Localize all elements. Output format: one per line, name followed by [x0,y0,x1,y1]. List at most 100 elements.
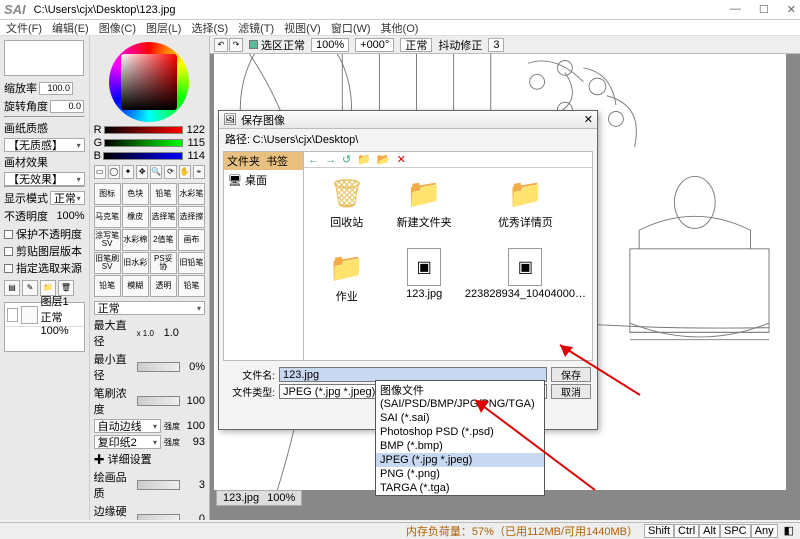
quality-slider[interactable] [137,480,180,490]
protect-alpha-checkbox[interactable] [4,230,13,239]
selection-normal-checkbox[interactable] [249,40,258,49]
stabilizer-dropdown[interactable]: 3 [488,38,504,52]
clip-layer-checkbox[interactable] [4,247,13,256]
folder-icon: 📁 [508,174,542,212]
brush-17[interactable]: 模糊 [122,275,149,297]
mode-display[interactable]: 正常 [400,38,432,52]
edge-dropdown[interactable]: 自动边线 [94,419,161,433]
hand-tool-icon[interactable]: ✋ [179,165,191,179]
wand-tool-icon[interactable]: ✦ [122,165,134,179]
paint-effect-dropdown[interactable]: 【无效果】 [4,172,85,186]
brush-19[interactable]: 铅笔 [178,275,205,297]
rotate-tool-icon[interactable]: ⟳ [164,165,176,179]
dlg-tool-3[interactable]: 📁 [357,153,371,166]
new-layer-icon[interactable]: ▤ [4,280,20,296]
dlg-tool-0[interactable]: ← [308,154,319,166]
status-key: Alt [699,524,720,538]
file-item[interactable]: 📁作业 [310,248,383,318]
file-item[interactable]: 📁新建文件夹 [387,174,460,244]
paper2-dropdown[interactable]: 复印纸2 [94,435,161,449]
tree-tab-bookmarks[interactable]: 书签 [266,153,288,169]
r-slider[interactable] [104,126,183,134]
picker-tool-icon[interactable]: ⌖ [193,165,205,179]
annotation-arrow [470,395,600,498]
brush-5[interactable]: 橡皮 [122,206,149,228]
dlg-tool-4[interactable]: 📂 [377,153,391,166]
file-item[interactable]: 🗑回收站 [310,174,383,244]
brush-12[interactable]: 旧笔刷SV [94,252,121,274]
advanced-toggle[interactable]: ✚ 详细设置 [94,451,205,467]
menu-file[interactable]: 文件(F) [6,20,42,36]
img-icon: ▣ [407,248,441,286]
brush-3[interactable]: 水彩笔 [178,183,205,205]
lasso-tool-icon[interactable]: ◯ [108,165,120,179]
redo-icon[interactable]: ↷ [229,38,243,52]
brush-10[interactable]: 2值笔 [150,229,177,251]
file-item[interactable]: 📁优秀详情页 [465,174,586,244]
brush-18[interactable]: 透明 [150,275,177,297]
min-size-slider[interactable] [137,362,180,372]
layer-row[interactable]: 图层1 正常 100% [5,303,84,327]
file-item[interactable]: ▣223828934_10404000… [465,248,586,318]
undo-icon[interactable]: ↶ [214,38,228,52]
menu-layer[interactable]: 图层(L) [146,20,181,36]
brush-0[interactable]: 图标 [94,183,121,205]
dlg-tool-1[interactable]: → [325,154,336,166]
tree-node-desktop[interactable]: 🖥桌面 [224,170,303,190]
brush-9[interactable]: 水彩棉 [122,229,149,251]
marquee-tool-icon[interactable]: ▭ [94,165,106,179]
blend-mode-dropdown[interactable]: 正常 [50,191,85,205]
menu-edit[interactable]: 编辑(E) [52,20,89,36]
dialog-close-icon[interactable]: ✕ [584,113,593,126]
doc-tab-name: 123.jpg [223,492,259,504]
opacity-label: 不透明度 [4,208,48,224]
move-tool-icon[interactable]: ✥ [136,165,148,179]
folder-icon: 📁 [330,248,364,286]
menu-view[interactable]: 视图(V) [284,20,321,36]
menu-image[interactable]: 图像(C) [99,20,136,36]
g-slider[interactable] [104,139,183,147]
edgehard-slider[interactable] [137,514,180,520]
density-slider[interactable] [137,396,180,406]
close-button[interactable]: ✕ [787,3,796,16]
new-linework-icon[interactable]: ✎ [22,280,38,296]
angle-display[interactable]: +000° [355,38,394,52]
brush-blend-dropdown[interactable]: 正常 [94,301,205,315]
tree-tab-folders[interactable]: 文件夹 [227,153,260,169]
brush-6[interactable]: 选择笔 [150,206,177,228]
maximize-button[interactable]: ☐ [759,3,769,16]
zoom-display[interactable]: 100% [311,38,349,52]
zoom-input[interactable] [39,82,73,95]
dlg-tool-2[interactable]: ↺ [342,153,351,166]
minimize-button[interactable]: — [730,3,741,16]
brush-1[interactable]: 色块 [122,183,149,205]
brush-13[interactable]: 旧水彩 [122,252,149,274]
brush-2[interactable]: 铅笔 [150,183,177,205]
paper-texture-dropdown[interactable]: 【无质感】 [4,138,85,152]
select-source-checkbox[interactable] [4,264,13,273]
menu-filter[interactable]: 滤镜(T) [238,20,274,36]
color-wheel[interactable] [109,42,189,122]
menu-window[interactable]: 窗口(W) [331,20,371,36]
zoom-tool-icon[interactable]: 🔍 [150,165,162,179]
menu-select[interactable]: 选择(S) [191,20,228,36]
b-slider[interactable] [103,152,183,160]
dlg-tool-5[interactable]: ✕ [397,153,406,166]
dialog-toolbar: ← → ↺ 📁 📂 ✕ [304,152,592,168]
brush-15[interactable]: 旧铅笔 [178,252,205,274]
menu-other[interactable]: 其他(O) [381,20,419,36]
brush-16[interactable]: 铅笔 [94,275,121,297]
menu-bar: 文件(F) 编辑(E) 图像(C) 图层(L) 选择(S) 滤镜(T) 视图(V… [0,20,800,36]
brush-7[interactable]: 选择擦 [178,206,205,228]
brush-14[interactable]: PS妥协 [150,252,177,274]
navigator-thumbnail[interactable] [4,40,84,76]
document-tab[interactable]: 123.jpg 100% [216,490,302,506]
brush-11[interactable]: 画布 [178,229,205,251]
layer-visibility-icon[interactable] [7,308,18,322]
dialog-title-bar[interactable]: 🖼 保存图像 ✕ [219,111,597,129]
angle-input[interactable] [50,100,84,113]
brush-8[interactable]: 涂写笔SV [94,229,121,251]
blend-mode-label: 显示模式 [4,190,48,206]
brush-4[interactable]: 马克笔 [94,206,121,228]
file-item[interactable]: ▣123.jpg [387,248,460,318]
